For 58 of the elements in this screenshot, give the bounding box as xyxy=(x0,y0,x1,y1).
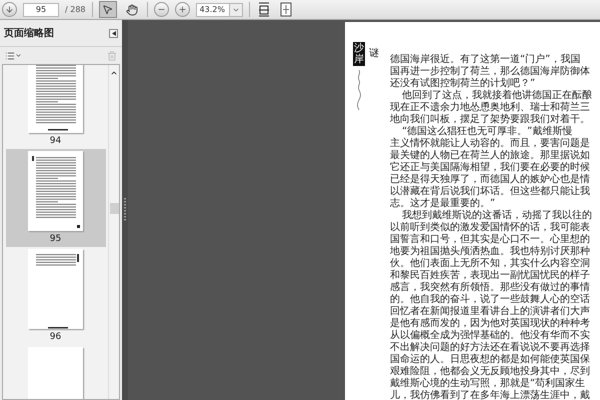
text-line: 已经是得天独厚了，而德国人的嫉妒心也是情 xyxy=(390,174,591,186)
page-thumbnail xyxy=(28,65,83,133)
scroll-up-icon[interactable] xyxy=(110,69,118,77)
text-line: “德国这么猖狂也无可厚非。”戴维斯慢 xyxy=(401,126,574,138)
down-arrow-icon xyxy=(5,5,14,14)
caret-icon xyxy=(15,52,22,59)
text-line: 从以偏概全成为强悍基础的。他没有华而不实 xyxy=(390,330,591,342)
zoom-field[interactable]: 43.2% xyxy=(196,2,230,16)
scrollbar-thumb[interactable] xyxy=(110,203,118,214)
text-line: 地向我们叫板，摆足了架势要跟我们对着干。 xyxy=(390,114,591,126)
text-line: 国誓言和口号，但其实是心口不一。心里想的 xyxy=(390,234,591,246)
panel-title: 页面缩略图 xyxy=(4,26,54,40)
collapse-panel-button[interactable] xyxy=(109,28,118,38)
text-line: 戴维斯心境的生动写照，那就是“苟利国家生 xyxy=(390,378,586,390)
text-line: 现在正不遗余力地怂恿奥地利、瑞士和荷兰三 xyxy=(390,102,591,114)
text-line: 回忆者在新闻报道里看讲台上的演讲者们大声 xyxy=(390,306,591,318)
text-line: 是他有感而发的，因为他对英国现状的种种考 xyxy=(390,318,591,330)
page-number-field[interactable]: 95 xyxy=(23,2,59,16)
text-line: 的。他自我的奋斗，说了一些鼓舞人心的空话 xyxy=(390,294,591,306)
text-line: 还没有试图控制荷兰的计划吧？” xyxy=(390,78,536,90)
thumbnail-item[interactable]: 94 xyxy=(6,65,106,149)
text-line: 主义情怀就能让人动容的。而且，要害问题是 xyxy=(390,138,591,150)
page-total: / 288 xyxy=(65,5,86,14)
zoom-in-button[interactable] xyxy=(174,2,190,17)
text-line: 地要为祖国抛头颅洒热血。我也特别讨厌那种 xyxy=(390,246,591,258)
list-icon xyxy=(5,50,15,60)
text-line: 感言，我突然有所领悟。那些没有做过的事情 xyxy=(390,282,591,294)
left-triangle-icon xyxy=(112,30,116,36)
text-line: 以潜藏在背后说我们坏话。但这些都只能让我 xyxy=(390,186,591,198)
page-number-label: 95 xyxy=(50,234,62,244)
text-line: 德国海岸很近。有了这第一道“门户”，我国 xyxy=(390,54,582,66)
zoom-out-button[interactable] xyxy=(154,2,169,17)
trash-icon xyxy=(107,50,117,60)
text-line: 艰难险阻，他都会义无反顾地投身其中，尽到 xyxy=(390,366,591,378)
chapter-mark: 谜 xyxy=(369,46,379,60)
text-line: 国命运的人。日思夜想的都是如何能使英国保 xyxy=(390,354,591,366)
chapter-tag: 沙岸 xyxy=(353,42,365,66)
page-number-label: 96 xyxy=(50,332,62,342)
text-line: 和黎民百姓疾苦，表现出一副忧国忧民的样子 xyxy=(390,270,591,282)
text-line: 它还正与美国隔海相望，我们要在必要的时候 xyxy=(390,162,591,174)
thumbnail-item[interactable]: 96 xyxy=(6,247,106,345)
text-line: 我想到戴维斯说的这番话，动摇了我以往的 xyxy=(401,210,592,222)
text-line: 儿，我仿佛看到了在多年海上漂荡生涯中，戴 xyxy=(390,390,591,400)
select-tool-button[interactable] xyxy=(98,1,117,18)
fit-page-icon[interactable] xyxy=(278,1,294,18)
text-line: 以前听到类似的激发爱国情怀的话，我可能表 xyxy=(390,222,591,234)
page-number-label: 94 xyxy=(50,136,62,146)
pointer-icon xyxy=(102,4,114,15)
text-line: 他回到了这点，我就接着他讲德国正在酝酿 xyxy=(401,90,592,102)
next-page-button[interactable] xyxy=(2,2,17,17)
thumbnail-item[interactable]: 95 xyxy=(6,149,106,247)
text-line: 最关键的人物已在荷兰人的旅途。那里据说如 xyxy=(390,150,591,162)
text-line: 伙。他们表面上无所不知，其实什么内容空洞 xyxy=(390,258,591,270)
text-line: 志。这才是最重要的。” xyxy=(390,198,496,210)
plus-icon xyxy=(178,5,187,14)
text-line: 国再进一步控制了荷兰，那么德国海岸防御体 xyxy=(390,66,591,78)
text-line: 不出解决问题的好方法还在看说说不要再选择 xyxy=(390,342,591,354)
hand-icon xyxy=(126,4,138,16)
